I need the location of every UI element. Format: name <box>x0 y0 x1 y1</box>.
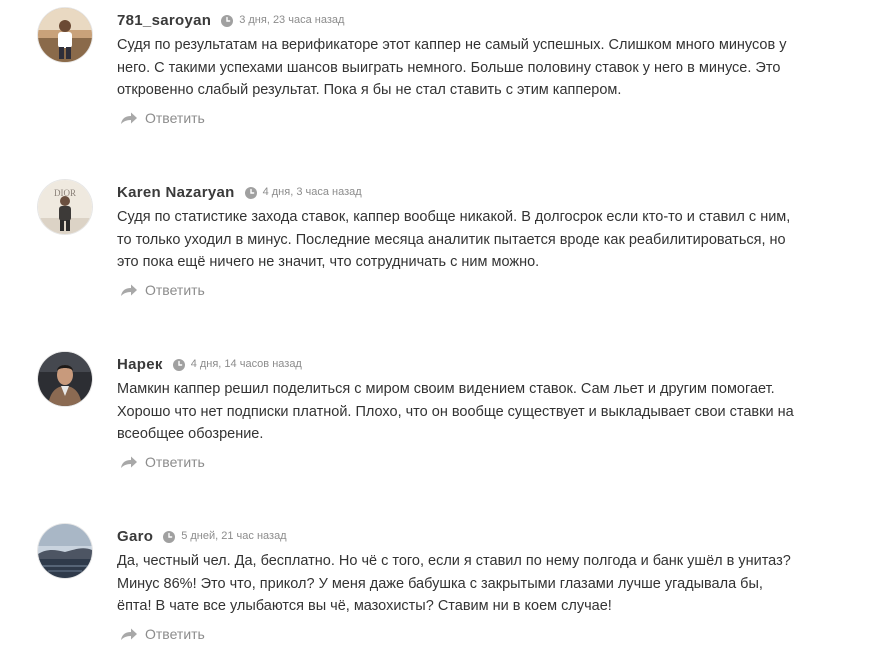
avatar[interactable] <box>38 8 92 62</box>
comment: Garo 5 дней, 21 час назад Да, честный че… <box>0 516 872 666</box>
comment-text: Судя по статистике захода ставок, каппер… <box>117 209 791 270</box>
comment-time[interactable]: 4 дня, 3 часа назад <box>263 186 362 198</box>
clock-icon <box>172 358 185 371</box>
clock-icon <box>244 186 257 199</box>
comment-author[interactable]: 781_saroyan <box>117 12 211 29</box>
comment-time[interactable]: 3 дня, 23 часа назад <box>239 14 344 26</box>
comment-author[interactable]: Karen Nazaryan <box>117 184 235 201</box>
reply-button[interactable]: Ответить <box>120 454 205 470</box>
reply-button[interactable]: Ответить <box>120 626 205 642</box>
avatar-photo <box>38 524 92 578</box>
avatar-photo <box>38 352 92 406</box>
comment-header: Нарек 4 дня, 14 часов назад <box>117 354 302 374</box>
reply-arrow-icon <box>120 111 138 125</box>
reply-arrow-icon <box>120 283 138 297</box>
avatar-photo: DIOR <box>38 180 92 234</box>
comment-author[interactable]: Garo <box>117 528 153 545</box>
reply-button[interactable]: Ответить <box>120 282 205 298</box>
comment-text: Да, честный чел. Да, бесплатно. Но чё с … <box>117 553 791 614</box>
clock-icon <box>163 530 176 543</box>
avatar[interactable] <box>38 524 92 578</box>
comment-time[interactable]: 5 дней, 21 час назад <box>181 530 286 542</box>
comment-time[interactable]: 4 дня, 14 часов назад <box>191 358 302 370</box>
avatar[interactable] <box>38 352 92 406</box>
avatar-photo <box>38 8 92 62</box>
reply-label: Ответить <box>145 626 205 642</box>
reply-arrow-icon <box>120 455 138 469</box>
comment: DIOR Karen Nazaryan 4 дня, 3 часа назад … <box>0 172 872 322</box>
comment-text: Судя по результатам на верификаторе этот… <box>117 37 787 98</box>
comment: Нарек 4 дня, 14 часов назад Мамкин каппе… <box>0 344 872 494</box>
reply-label: Ответить <box>145 454 205 470</box>
comment-author[interactable]: Нарек <box>117 356 163 373</box>
reply-arrow-icon <box>120 627 138 641</box>
comment-header: 781_saroyan 3 дня, 23 часа назад <box>117 10 344 30</box>
comment-header: Karen Nazaryan 4 дня, 3 часа назад <box>117 182 362 202</box>
avatar[interactable]: DIOR <box>38 180 92 234</box>
reply-label: Ответить <box>145 282 205 298</box>
comment: 781_saroyan 3 дня, 23 часа назад Судя по… <box>0 0 872 150</box>
reply-button[interactable]: Ответить <box>120 110 205 126</box>
clock-icon <box>221 14 234 27</box>
comment-text: Мамкин каппер решил поделиться с миром с… <box>117 381 794 442</box>
comment-header: Garo 5 дней, 21 час назад <box>117 526 287 546</box>
reply-label: Ответить <box>145 110 205 126</box>
